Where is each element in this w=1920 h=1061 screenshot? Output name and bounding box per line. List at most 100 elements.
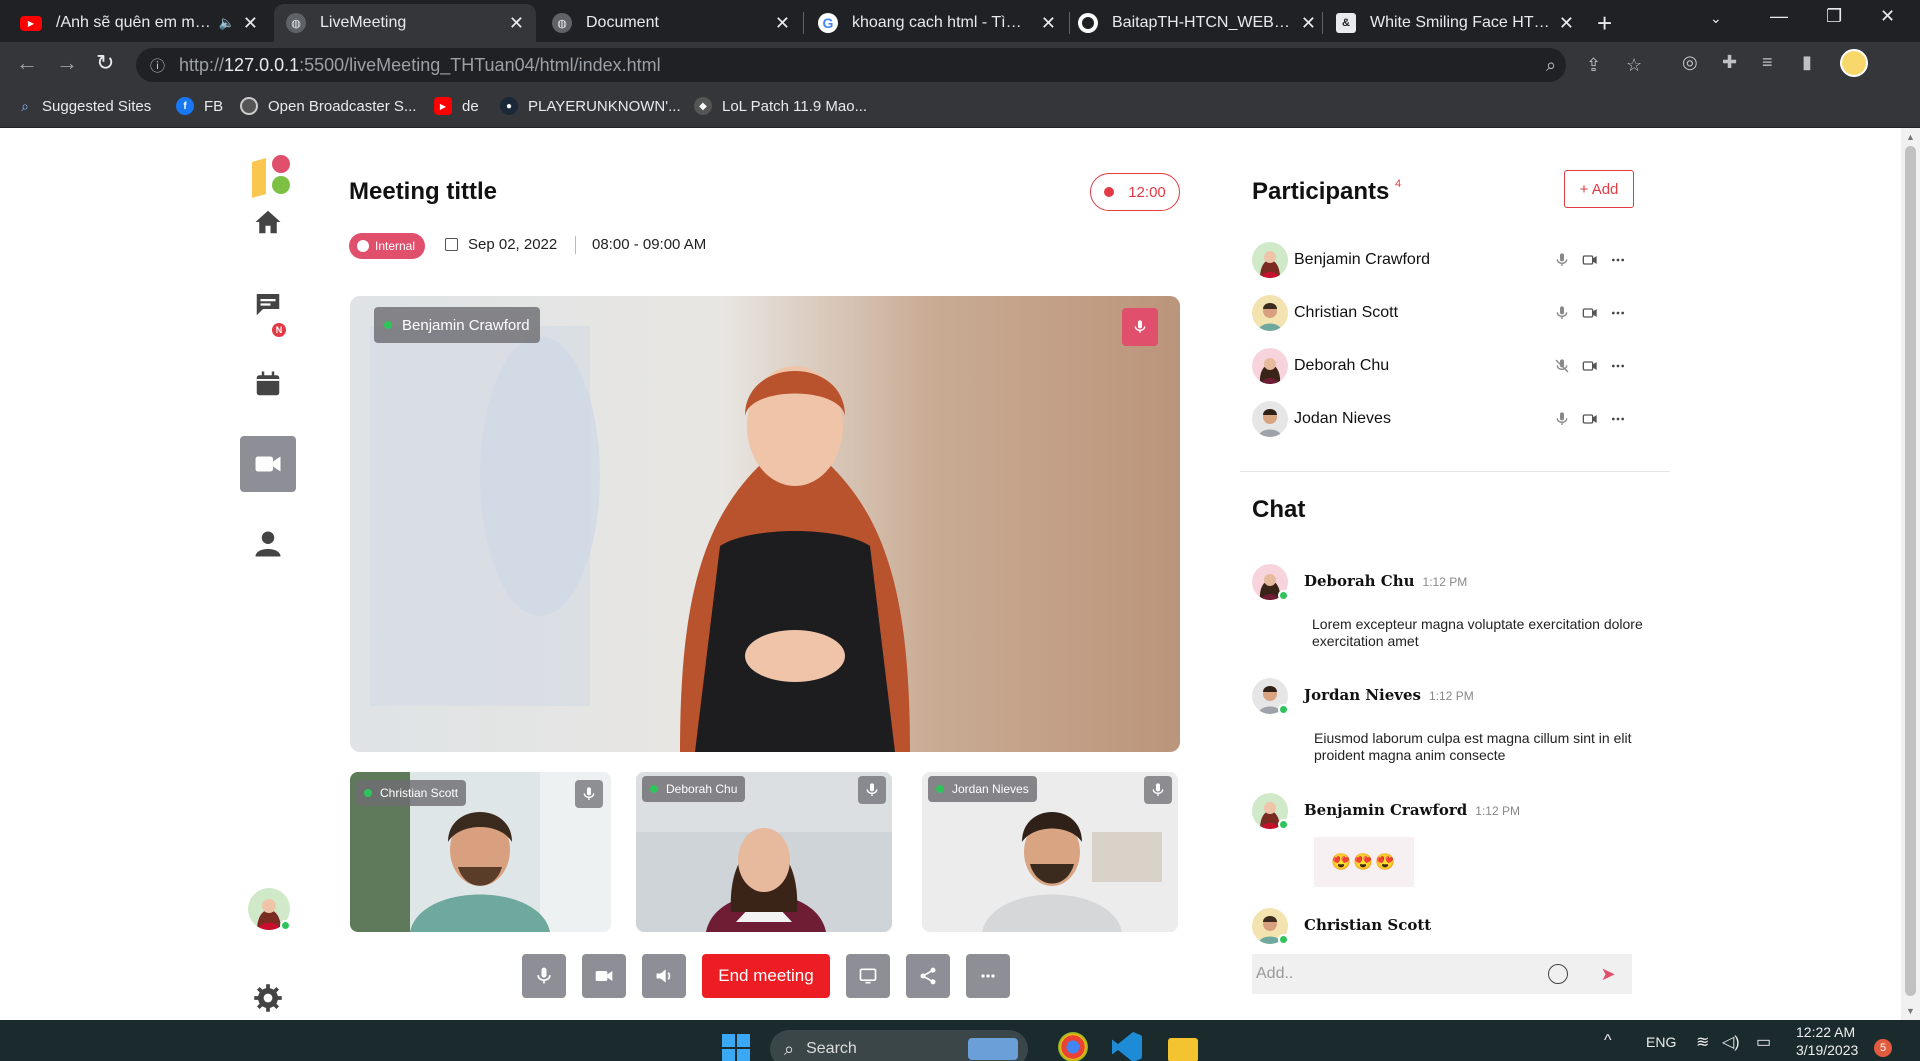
share-icon	[920, 967, 936, 985]
sidebar-item-video[interactable]	[240, 436, 296, 492]
end-meeting-button[interactable]: End meeting	[702, 954, 830, 998]
volume-icon[interactable]: ◁)	[1722, 1032, 1740, 1052]
info-icon[interactable]: ⓘ	[150, 55, 165, 76]
emoji-picker-icon[interactable]	[1548, 964, 1568, 984]
participant-mic-button[interactable]	[1144, 776, 1172, 804]
file-explorer-icon[interactable]	[1168, 1038, 1198, 1061]
clock-date[interactable]: 3/19/2023	[1796, 1042, 1858, 1058]
share-button[interactable]	[906, 954, 950, 998]
participant-row[interactable]: Deborah Chu	[1252, 348, 1642, 386]
camera-icon[interactable]	[1582, 305, 1598, 321]
camera-icon[interactable]	[1582, 358, 1598, 374]
sidebar-item-user[interactable]	[240, 516, 296, 572]
close-tab-icon[interactable]: ✕	[1559, 13, 1574, 34]
participant-row[interactable]: Christian Scott	[1252, 295, 1642, 333]
windows-start-icon[interactable]	[722, 1034, 750, 1061]
participant-mic-button[interactable]	[575, 780, 603, 808]
sidebar-item-settings[interactable]	[240, 970, 296, 1020]
share-page-icon[interactable]: ⇪	[1586, 55, 1601, 76]
online-status-dot	[936, 785, 944, 793]
bookmark-de[interactable]: ▶ de	[434, 97, 479, 115]
reload-icon[interactable]: ↻	[96, 50, 114, 76]
tab-youtube[interactable]: ▶ /Anh sẽ quên em mà, sẽ 🔈 ✕	[8, 4, 270, 42]
wifi-icon[interactable]: ≋	[1696, 1032, 1709, 1052]
tab-search-icon[interactable]: ⌄	[1710, 10, 1722, 27]
send-button[interactable]: ➤	[1584, 954, 1632, 994]
close-tab-icon[interactable]: ✕	[775, 13, 790, 34]
close-tab-icon[interactable]: ✕	[243, 13, 258, 34]
back-icon[interactable]: ←	[16, 50, 38, 76]
scroll-down-icon[interactable]: ▼	[1906, 1006, 1915, 1016]
bookmark-obs[interactable]: Open Broadcaster S...	[240, 97, 416, 115]
mic-off-icon[interactable]	[1554, 358, 1570, 374]
battery-icon[interactable]: ▭	[1756, 1032, 1771, 1052]
close-window-icon[interactable]: ✕	[1880, 6, 1895, 27]
more-icon[interactable]	[1610, 358, 1626, 374]
bookmark-suggested-sites[interactable]: ⌕ Suggested Sites	[18, 97, 151, 115]
speaker-icon[interactable]: 🔈	[219, 15, 235, 31]
profile-avatar[interactable]	[1840, 49, 1868, 77]
tab-title: LiveMeeting	[320, 14, 407, 31]
zoom-icon[interactable]: ⌕	[1546, 55, 1556, 76]
vscode-icon[interactable]	[1112, 1032, 1142, 1061]
scroll-up-icon[interactable]: ▲	[1906, 132, 1915, 142]
bookmark-lol[interactable]: ◆ LoL Patch 11.9 Mao...	[694, 97, 867, 115]
mic-toggle-button[interactable]	[522, 954, 566, 998]
notification-badge[interactable]: 5	[1874, 1039, 1892, 1057]
bookmark-star-icon[interactable]: ☆	[1626, 55, 1642, 76]
bookmark-fb[interactable]: f FB	[176, 97, 223, 115]
bookmark-pubg[interactable]: ● PLAYERUNKNOWN'...	[500, 97, 681, 115]
extension-compass-icon[interactable]: ◎	[1682, 52, 1698, 73]
clock-time[interactable]: 12:22 AM	[1796, 1024, 1855, 1040]
close-tab-icon[interactable]: ✕	[509, 13, 524, 34]
mic-icon[interactable]	[1554, 252, 1570, 268]
media-control-icon[interactable]: ≡	[1762, 52, 1773, 73]
screen-share-button[interactable]	[846, 954, 890, 998]
language-indicator[interactable]: ENG	[1646, 1034, 1676, 1050]
ampersand-icon: &	[1336, 13, 1356, 33]
speaker-toggle-button[interactable]	[642, 954, 686, 998]
camera-icon[interactable]	[1582, 411, 1598, 427]
thumbnail-video[interactable]: Jordan Nieves	[922, 772, 1178, 932]
scrollbar-thumb[interactable]	[1905, 146, 1916, 996]
tab-smiling-face[interactable]: & White Smiling Face HTML S ✕	[1324, 4, 1586, 42]
forward-icon[interactable]: →	[56, 50, 78, 76]
participant-mic-button[interactable]	[858, 776, 886, 804]
more-icon[interactable]	[1610, 411, 1626, 427]
more-icon[interactable]	[1610, 305, 1626, 321]
tab-github[interactable]: BaitapTH-HTCN_WEB/liveM ✕	[1066, 4, 1328, 42]
mic-icon[interactable]	[1554, 305, 1570, 321]
speaker-mic-button[interactable]	[1122, 308, 1158, 346]
obs-icon	[240, 97, 258, 115]
minimize-icon[interactable]: —	[1770, 6, 1788, 27]
chrome-icon[interactable]	[1058, 1032, 1088, 1061]
thumbnail-video[interactable]: Deborah Chu	[636, 772, 892, 932]
more-options-button[interactable]	[966, 954, 1010, 998]
page-scrollbar[interactable]: ▲ ▼	[1901, 128, 1920, 1020]
tab-livemeeting[interactable]: ◍ LiveMeeting ✕	[274, 4, 536, 42]
address-bar[interactable]: ⓘ http://127.0.0.1:5500/liveMeeting_THTu…	[136, 48, 1642, 82]
close-tab-icon[interactable]: ✕	[1041, 13, 1056, 34]
camera-toggle-button[interactable]	[582, 954, 626, 998]
tab-document[interactable]: ◍ Document ✕	[540, 4, 802, 42]
new-tab-button[interactable]: +	[1597, 8, 1612, 39]
camera-icon[interactable]	[1582, 252, 1598, 268]
side-panel-icon[interactable]: ▮	[1802, 52, 1812, 73]
participant-row[interactable]: Jodan Nieves	[1252, 401, 1642, 439]
taskbar-search[interactable]: ⌕ Search	[770, 1030, 1028, 1061]
main-video-feed[interactable]: Benjamin Crawford	[350, 296, 1180, 752]
participant-row[interactable]: Benjamin Crawford	[1252, 242, 1642, 280]
sidebar-item-home[interactable]	[240, 194, 296, 250]
sidebar-item-calendar[interactable]	[240, 356, 296, 412]
chevron-up-icon[interactable]: ^	[1604, 1032, 1612, 1050]
sidebar-item-chat[interactable]	[240, 276, 296, 332]
add-participant-button[interactable]: + Add	[1564, 170, 1634, 208]
restore-icon[interactable]: ❐	[1826, 6, 1842, 27]
extensions-puzzle-icon[interactable]: ✚	[1722, 52, 1737, 73]
chat-input[interactable]: Add..	[1252, 954, 1584, 994]
more-icon[interactable]	[1610, 252, 1626, 268]
close-tab-icon[interactable]: ✕	[1301, 13, 1316, 34]
tab-google[interactable]: G khoang cach html - Tìm trên ✕	[806, 4, 1068, 42]
mic-icon[interactable]	[1554, 411, 1570, 427]
thumbnail-video[interactable]: Christian Scott	[350, 772, 611, 932]
